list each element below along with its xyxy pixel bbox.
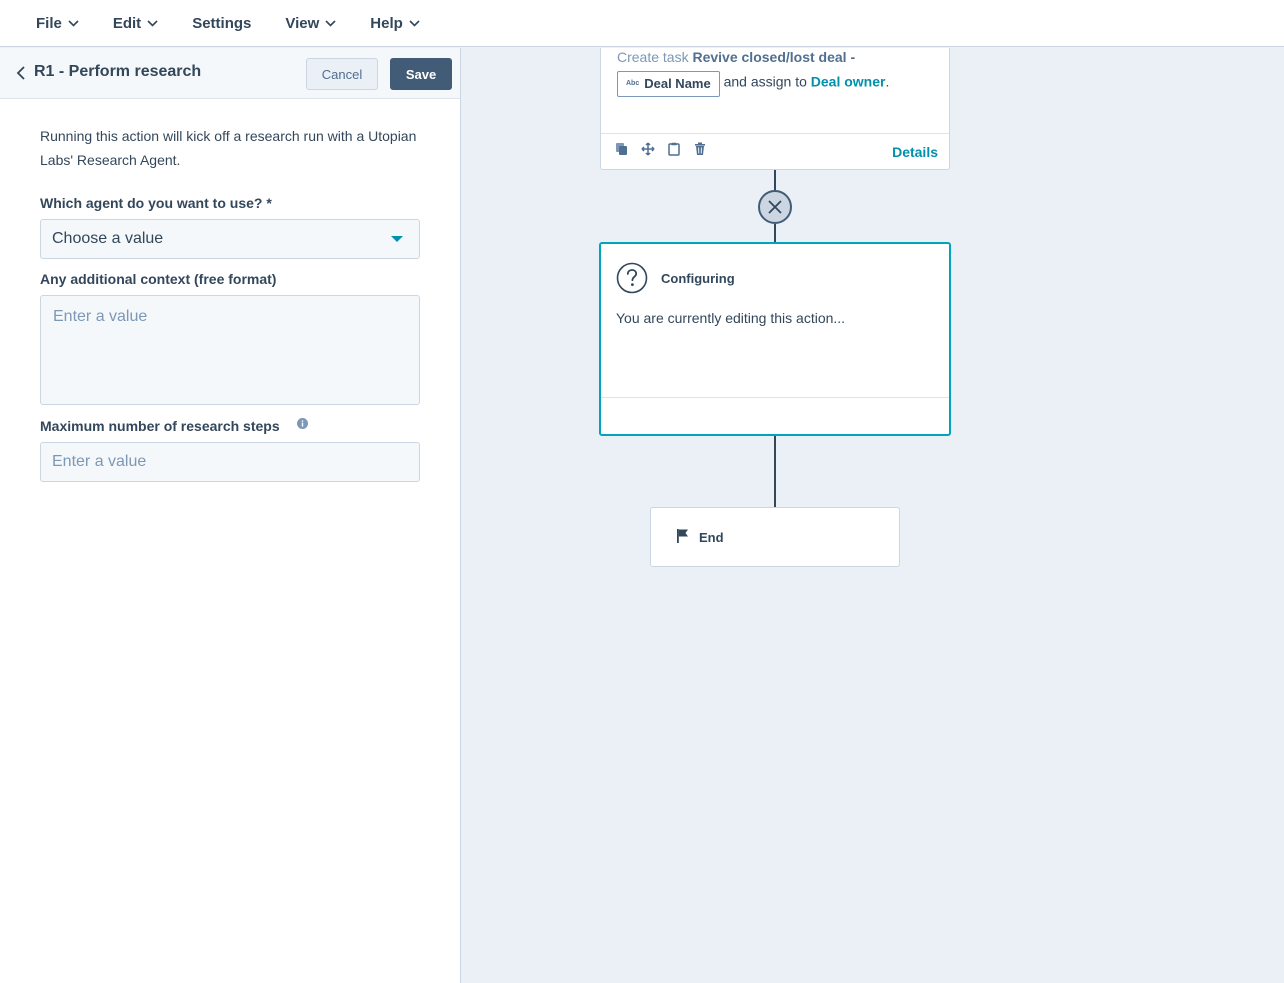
workflow-canvas[interactable]: Create task Revive closed/lost deal - Ab… <box>461 48 1284 983</box>
agent-select-value: Choose a value <box>52 230 164 247</box>
agent-select[interactable]: Choose a value <box>40 219 420 259</box>
agent-field-label: Which agent do you want to use? * <box>40 195 272 211</box>
panel-title: R1 - Perform research <box>34 63 202 80</box>
menu-view[interactable]: View <box>285 15 336 32</box>
caret-down-icon <box>391 236 403 242</box>
save-button[interactable]: Save <box>390 58 452 90</box>
move-icon[interactable] <box>641 142 655 156</box>
menu-view-label: View <box>285 14 320 32</box>
steps-field-label: Maximum number of research steps <box>40 418 280 434</box>
clipboard-icon[interactable] <box>667 142 681 156</box>
deal-owner-link[interactable]: Deal owner <box>811 74 886 90</box>
configuring-action-card[interactable]: Configuring You are currently editing th… <box>599 242 951 436</box>
chevron-down-icon <box>68 19 79 27</box>
steps-input[interactable] <box>40 442 420 482</box>
context-field-label: Any additional context (free format) <box>40 271 277 287</box>
copy-icon[interactable] <box>615 142 629 156</box>
trash-icon[interactable] <box>693 142 707 156</box>
cancel-button[interactable]: Cancel <box>306 58 378 90</box>
end-node[interactable]: End <box>650 507 900 567</box>
chevron-down-icon <box>147 19 158 27</box>
chevron-down-icon <box>409 19 420 27</box>
connector-line <box>774 224 776 242</box>
configuring-text: You are currently editing this action... <box>616 310 846 326</box>
chevron-down-icon <box>325 19 336 27</box>
token-label: Deal Name <box>644 76 711 91</box>
menu-settings-label: Settings <box>192 14 252 32</box>
delete-action-button[interactable] <box>758 190 792 224</box>
menu-settings[interactable]: Settings <box>192 15 251 32</box>
menu-edit-label: Edit <box>112 14 142 32</box>
configuring-title: Configuring <box>661 271 735 286</box>
panel-header: R1 - Perform research Cancel Save <box>0 48 460 99</box>
action-config-panel: R1 - Perform research Cancel Save Runnin… <box>0 48 461 983</box>
deal-name-token: Abc Deal Name <box>617 71 720 97</box>
info-icon[interactable] <box>297 418 308 429</box>
card-divider <box>601 397 949 398</box>
assign-text: and assign to <box>719 73 811 90</box>
question-icon <box>616 262 648 294</box>
menu-file-label: File <box>36 14 62 32</box>
close-icon <box>768 200 782 214</box>
chevron-left-icon[interactable] <box>14 65 28 81</box>
connector-line <box>774 436 776 507</box>
context-textarea[interactable] <box>40 295 420 405</box>
details-link[interactable]: Details <box>892 144 938 160</box>
task-action-card[interactable]: Create task Revive closed/lost deal - Ab… <box>600 48 950 170</box>
task-prefix: Create task <box>617 49 693 65</box>
connector-line <box>774 170 776 192</box>
task-card-toolbar: Details <box>601 133 949 170</box>
end-label: End <box>699 530 724 545</box>
text-type-icon: Abc <box>626 80 640 87</box>
task-name: Revive closed/lost deal - <box>692 49 856 65</box>
menu-bar: File Edit Settings View Help <box>0 0 1284 47</box>
menu-edit[interactable]: Edit <box>113 15 158 32</box>
task-card-summary: Create task Revive closed/lost deal - Ab… <box>617 48 937 97</box>
menu-file[interactable]: File <box>36 15 79 32</box>
summary-suffix: . <box>885 73 890 90</box>
menu-help[interactable]: Help <box>370 15 420 32</box>
action-description: Running this action will kick off a rese… <box>40 128 417 168</box>
flag-icon <box>677 529 688 543</box>
menu-help-label: Help <box>370 14 403 32</box>
